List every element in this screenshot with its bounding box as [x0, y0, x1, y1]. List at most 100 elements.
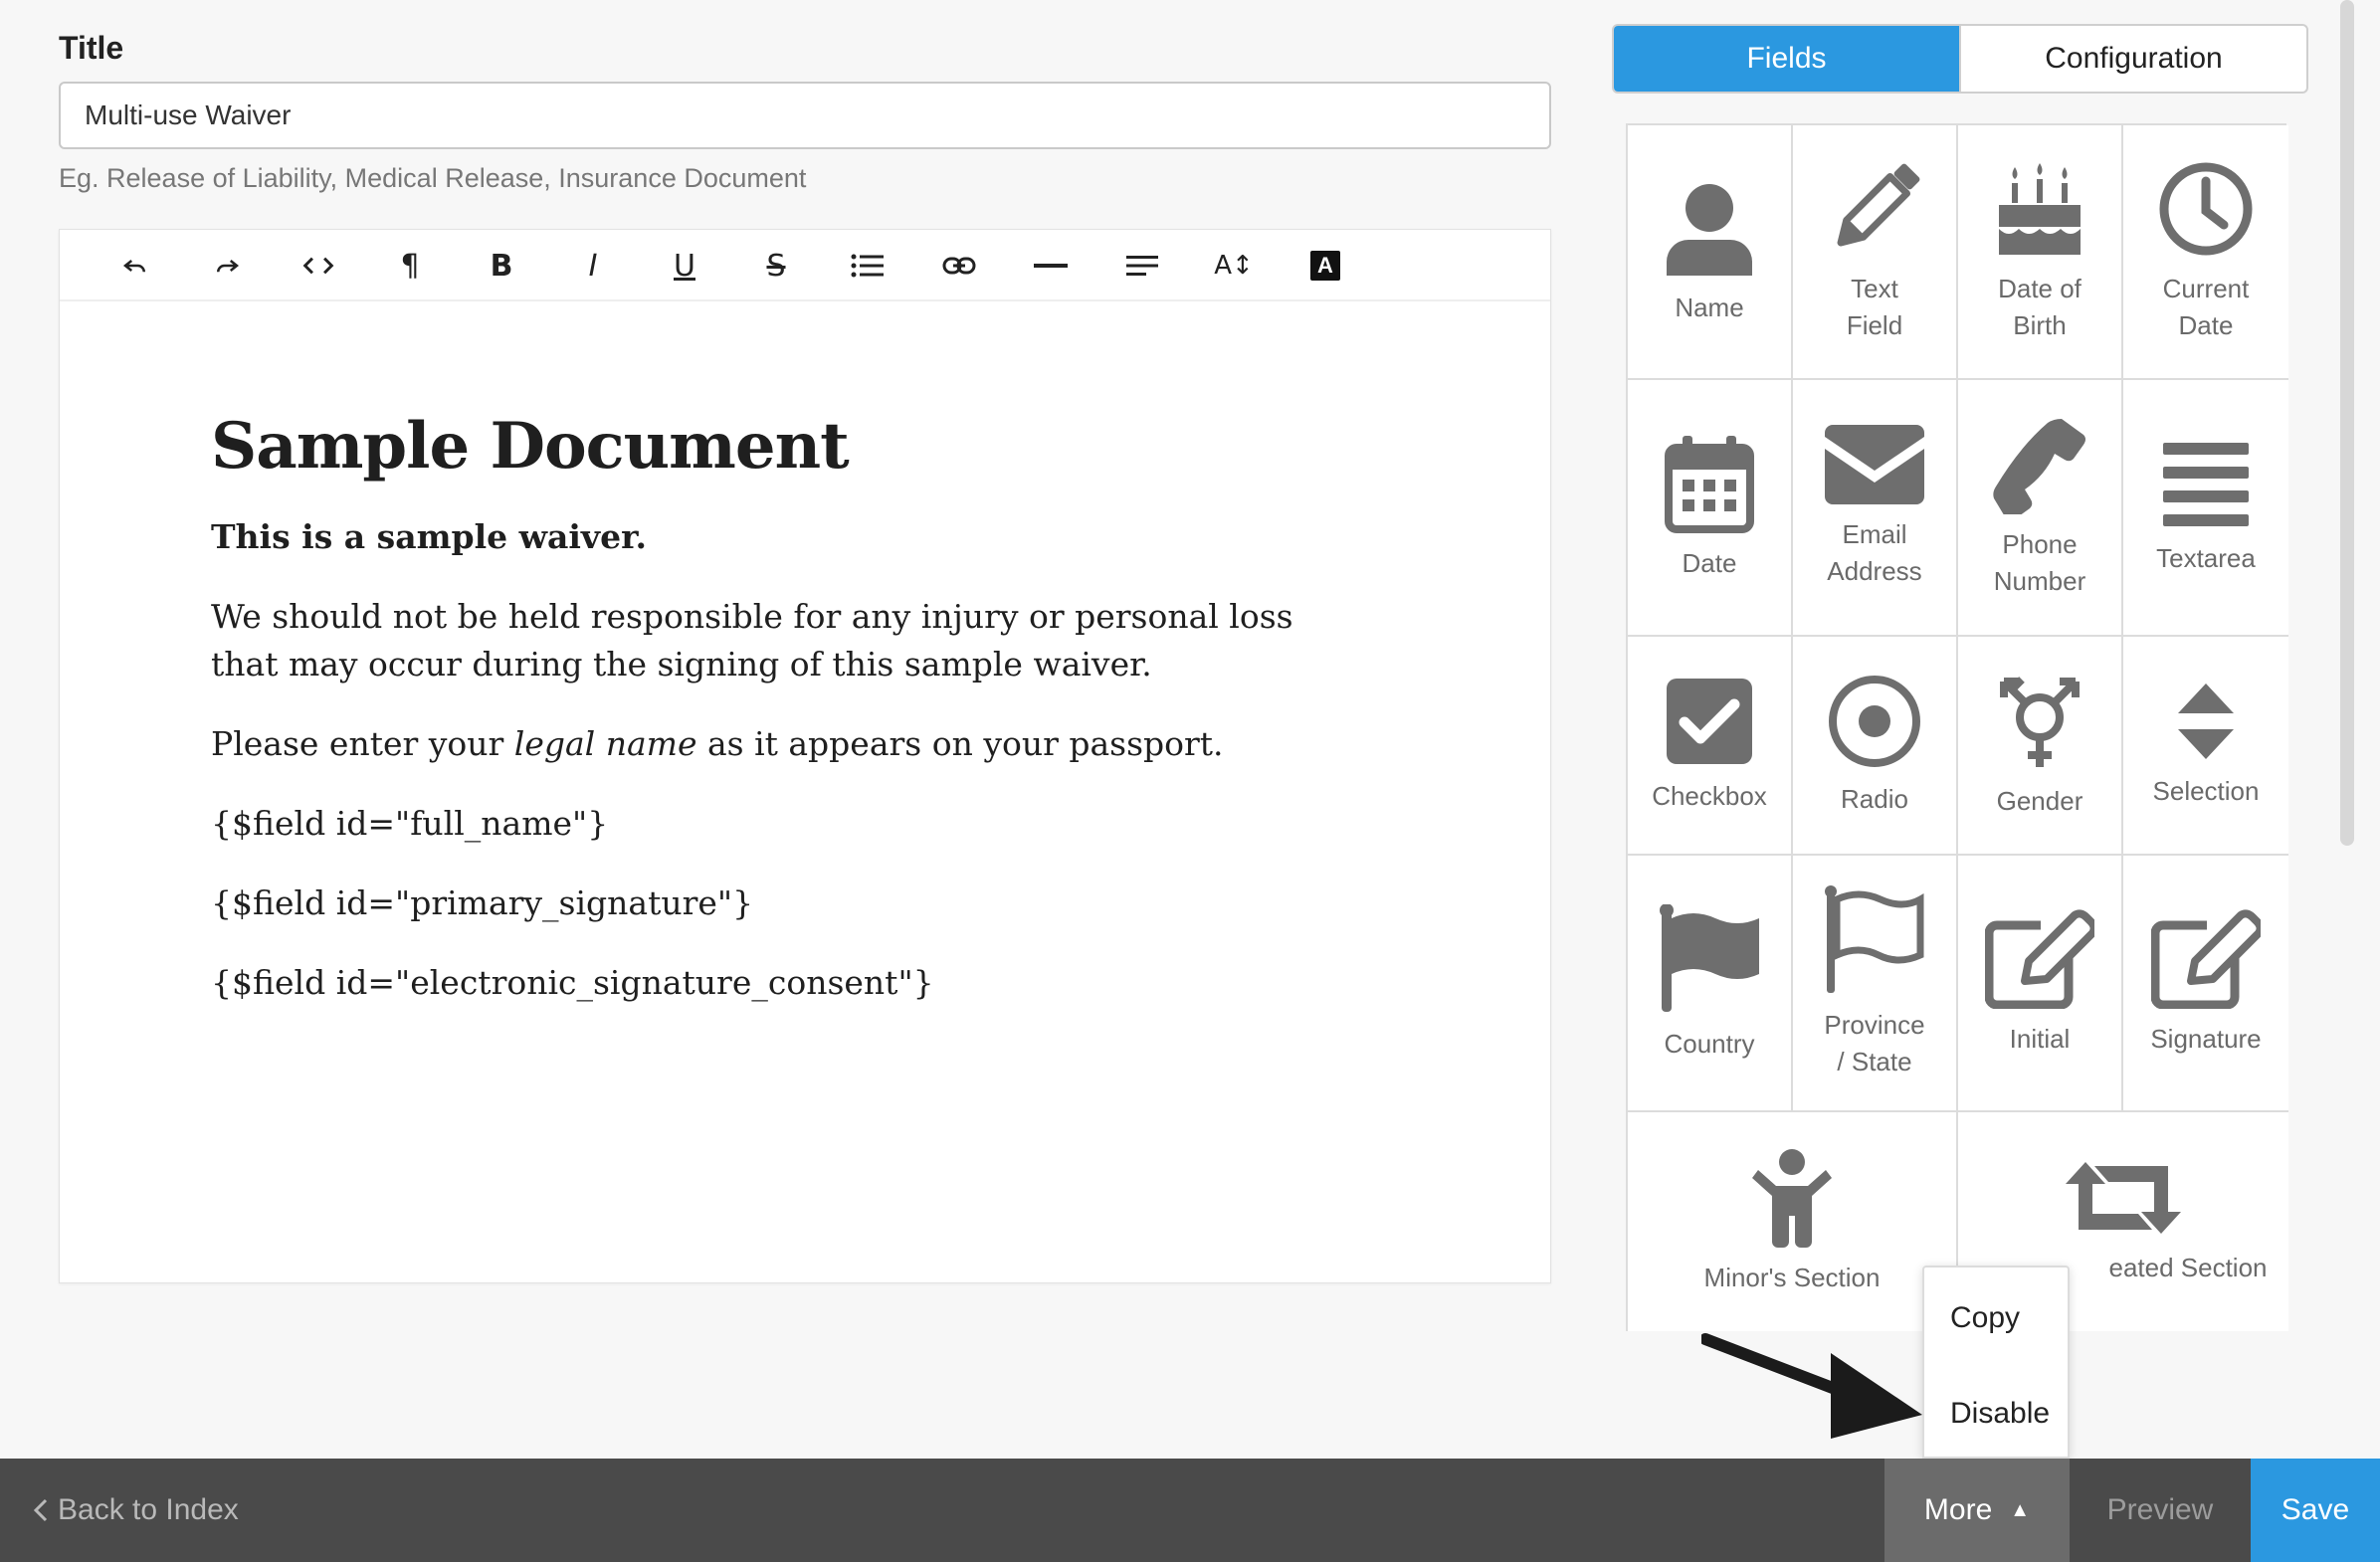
- edit-icon: [1985, 908, 2094, 1009]
- font-size-icon[interactable]: A↕: [1204, 242, 1264, 290]
- paragraph-icon[interactable]: ¶: [380, 242, 440, 290]
- gender-icon: [2000, 676, 2080, 767]
- panel-tabs: Fields Configuration: [1612, 24, 2308, 94]
- calendar-icon: [1665, 435, 1754, 533]
- textarea-icon: [2163, 442, 2249, 526]
- field-radio[interactable]: Radio: [1793, 637, 1958, 856]
- bottom-action-bar: Back to Index More ▲ Preview Save: [0, 1459, 2380, 1562]
- more-dropdown-menu: Copy Disable: [1922, 1266, 2070, 1459]
- phone-icon: [1993, 419, 2085, 514]
- chevron-left-icon: [33, 1498, 48, 1522]
- field-palette: Name Text Field Date of Birth Current Da…: [1626, 123, 2288, 1331]
- panel-scrollbar[interactable]: [2340, 0, 2354, 846]
- document-intro: This is a sample waiver.: [211, 517, 647, 556]
- title-help-text: Eg. Release of Liability, Medical Releas…: [59, 163, 807, 193]
- list-icon[interactable]: [838, 242, 897, 290]
- field-label: Initial: [2009, 1023, 2071, 1054]
- caret-up-icon: ▲: [2010, 1498, 2031, 1521]
- radio-icon: [1829, 675, 1920, 767]
- field-label: Selection: [2152, 775, 2260, 806]
- field-label: Signature: [2150, 1023, 2262, 1054]
- undo-icon[interactable]: [105, 242, 165, 290]
- field-initial[interactable]: Initial: [1958, 856, 2123, 1112]
- field-label: Minor's Section: [1703, 1262, 1881, 1292]
- birthday-cake-icon: [1999, 163, 2081, 255]
- field-token-primary-signature: {$field id="primary_signature"}: [211, 883, 754, 922]
- rich-text-editor[interactable]: ¶ B I U S A↕ A Sample Document This is a…: [59, 229, 1551, 1283]
- para2-emphasis: legal name: [513, 724, 697, 763]
- more-label: More: [1923, 1493, 1993, 1526]
- tab-fields[interactable]: Fields: [1614, 26, 1959, 92]
- document-heading: Sample Document: [211, 409, 850, 484]
- pencil-icon: [1837, 163, 1920, 247]
- document-paragraph-2: Please enter your legal name as it appea…: [211, 720, 1405, 768]
- field-label: Current Date: [2162, 274, 2250, 340]
- horizontal-rule-icon[interactable]: [1021, 242, 1081, 290]
- flag-icon: [1660, 903, 1759, 1012]
- link-icon[interactable]: [929, 242, 989, 290]
- edit-signature-icon: [2151, 908, 2261, 1009]
- back-to-index-label: Back to Index: [58, 1493, 239, 1526]
- fields-panel: Fields Configuration Name Text Field Dat…: [1582, 0, 2380, 1459]
- para2-text-end: as it appears on your passport.: [696, 724, 1224, 763]
- menu-item-copy[interactable]: Copy: [1950, 1301, 2020, 1335]
- field-label: Checkbox: [1652, 780, 1767, 811]
- field-label: Country: [1664, 1028, 1755, 1059]
- field-label: Date of Birth: [1998, 274, 2082, 340]
- field-textarea[interactable]: Textarea: [2123, 380, 2288, 637]
- field-minors-section[interactable]: Minor's Section: [1628, 1112, 1958, 1331]
- field-label: Gender: [1996, 785, 2083, 816]
- italic-icon[interactable]: I: [563, 242, 623, 290]
- annotation-arrow-icon: [1701, 1333, 1922, 1439]
- child-icon: [1752, 1148, 1832, 1248]
- title-label: Title: [59, 30, 124, 66]
- more-button[interactable]: More ▲: [1884, 1459, 2070, 1562]
- text-color-icon[interactable]: A: [1295, 242, 1355, 290]
- sort-icon: [2178, 683, 2234, 759]
- underline-icon[interactable]: U: [655, 242, 714, 290]
- code-view-icon[interactable]: [289, 242, 348, 290]
- field-text[interactable]: Text Field: [1793, 125, 1958, 380]
- field-label: Text Field: [1846, 274, 1903, 340]
- para2-text-start: Please enter your: [211, 724, 514, 763]
- field-email[interactable]: Email Address: [1793, 380, 1958, 637]
- bold-icon[interactable]: B: [472, 242, 531, 290]
- field-token-consent: {$field id="electronic_signature_consent…: [211, 963, 934, 1002]
- field-token-full-name: {$field id="full_name"}: [211, 804, 609, 843]
- save-button[interactable]: Save: [2251, 1459, 2380, 1562]
- align-icon[interactable]: [1112, 242, 1172, 290]
- field-province-state[interactable]: Province / State: [1793, 856, 1958, 1112]
- retweet-icon: [2066, 1161, 2181, 1234]
- strikethrough-icon[interactable]: S: [746, 242, 806, 290]
- tab-configuration[interactable]: Configuration: [1959, 26, 2306, 92]
- menu-item-disable[interactable]: Disable: [1950, 1397, 2050, 1431]
- back-to-index-link[interactable]: Back to Index: [32, 1459, 239, 1562]
- document-paragraph-1: We should not be held responsible for an…: [211, 597, 1293, 683]
- clock-icon: [2159, 162, 2253, 256]
- field-selection[interactable]: Selection: [2123, 637, 2288, 856]
- flag-outline-icon: [1825, 885, 1924, 993]
- document-content[interactable]: Sample Document This is a sample waiver.…: [211, 409, 1405, 1039]
- field-date-of-birth[interactable]: Date of Birth: [1958, 125, 2123, 380]
- user-icon: [1667, 183, 1752, 276]
- field-label: Textarea: [2156, 542, 2256, 573]
- field-label: Radio: [1841, 783, 1908, 814]
- field-date[interactable]: Date: [1628, 380, 1793, 637]
- field-current-date[interactable]: Current Date: [2123, 125, 2288, 380]
- field-label: Name: [1675, 292, 1744, 322]
- field-phone[interactable]: Phone Number: [1958, 380, 2123, 637]
- title-input[interactable]: Multi-use Waiver: [59, 82, 1551, 149]
- field-label: Phone Number: [1993, 529, 2086, 596]
- field-label: Email Address: [1827, 519, 1922, 586]
- preview-button[interactable]: Preview: [2070, 1459, 2251, 1562]
- field-gender[interactable]: Gender: [1958, 637, 2123, 856]
- field-country[interactable]: Country: [1628, 856, 1793, 1112]
- field-label: Date: [1682, 547, 1737, 578]
- field-name[interactable]: Name: [1628, 125, 1793, 380]
- field-label: Province / State: [1824, 1010, 1925, 1076]
- field-checkbox[interactable]: Checkbox: [1628, 637, 1793, 856]
- redo-icon[interactable]: [197, 242, 257, 290]
- field-signature[interactable]: Signature: [2123, 856, 2288, 1112]
- editor-main: Title Multi-use Waiver Eg. Release of Li…: [0, 0, 1582, 1459]
- editor-toolbar: ¶ B I U S A↕ A: [60, 230, 1550, 301]
